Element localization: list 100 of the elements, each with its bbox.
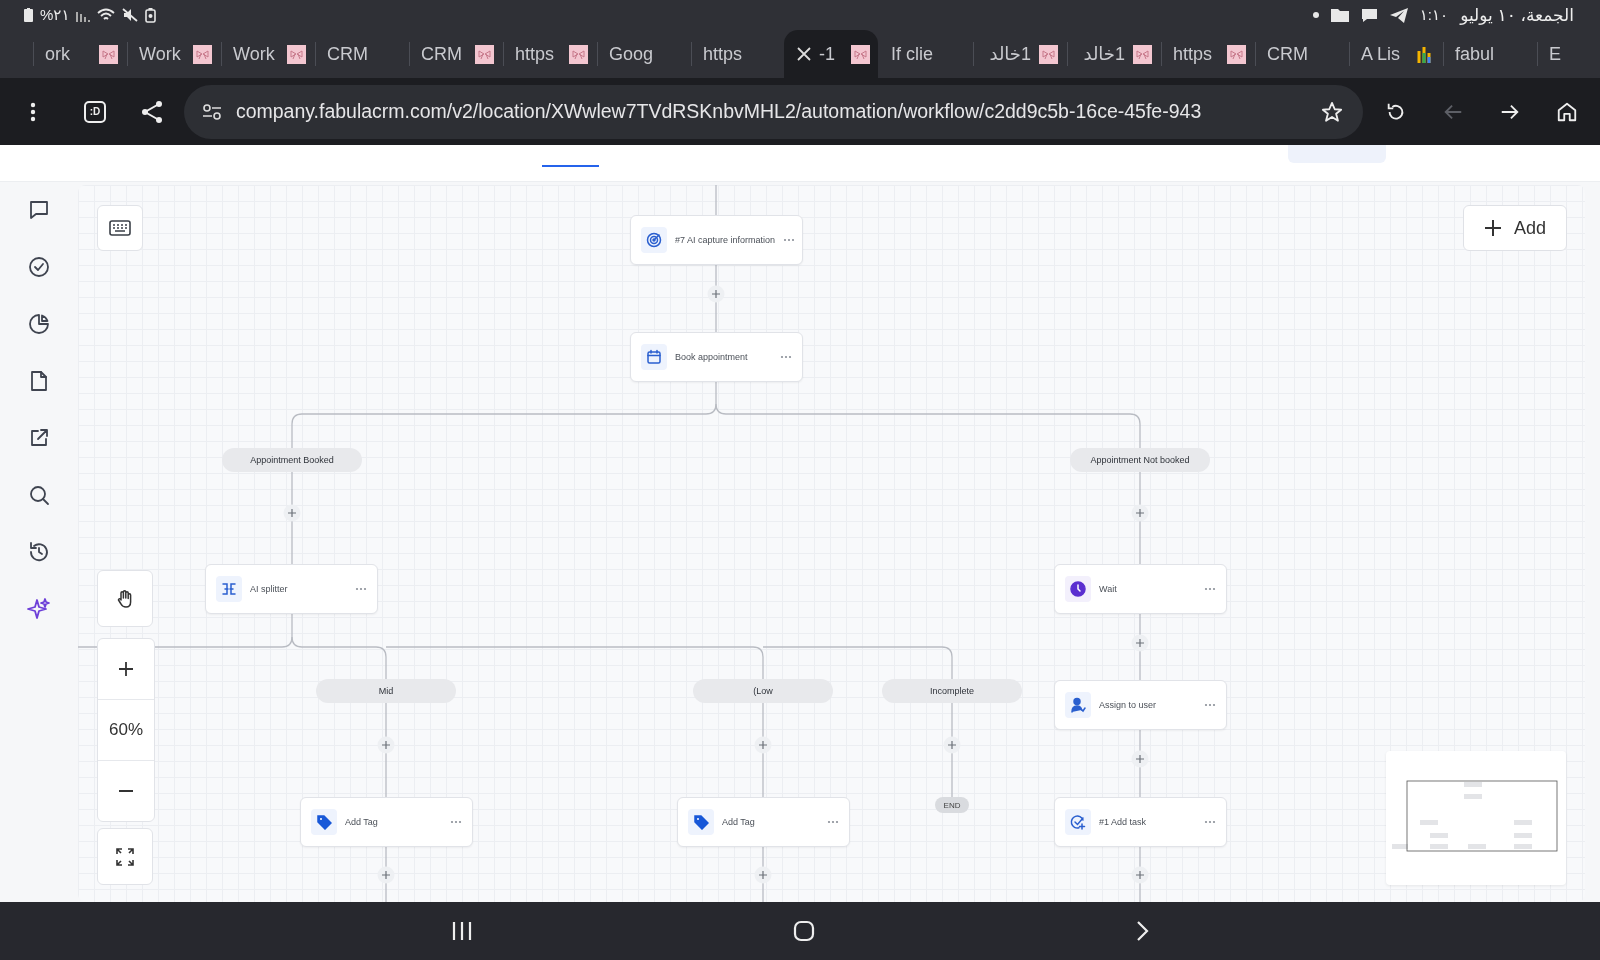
- more-options-icon[interactable]: [1204, 703, 1216, 707]
- menu-icon[interactable]: [30, 101, 36, 122]
- tag-icon: [316, 814, 332, 830]
- target-icon: [646, 232, 662, 248]
- browser-tab[interactable]: Work: [126, 30, 220, 78]
- bar-chart-icon: [1415, 44, 1434, 64]
- address-field[interactable]: company.fabulacrm.com/v2/location/XWwlew7TVdRSKnbvMHL2/automation/workflow/c2dd9c5b-16ce-45fe-943: [183, 84, 1363, 139]
- browser-tab[interactable]: A Lis: [1348, 30, 1442, 78]
- browser-tab[interactable]: CRM: [314, 30, 408, 78]
- bow-favicon-icon: [569, 44, 588, 64]
- tab-indicator: [542, 165, 599, 167]
- add-step-button[interactable]: [754, 866, 772, 884]
- add-step-button[interactable]: [377, 866, 395, 884]
- workflow-step[interactable]: Add Tag: [300, 797, 473, 847]
- home-button-icon[interactable]: [793, 920, 815, 942]
- add-step-button[interactable]: [1131, 866, 1149, 884]
- workflow-step[interactable]: Book appointment: [630, 332, 803, 382]
- end-marker: END: [935, 797, 969, 813]
- add-step-button[interactable]: [1131, 634, 1149, 652]
- keyboard-button[interactable]: [97, 205, 143, 251]
- browser-tab[interactable]: https: [1160, 30, 1254, 78]
- add-step-button[interactable]: [1131, 750, 1149, 768]
- bow-favicon-icon: [1133, 44, 1152, 64]
- add-step-button[interactable]: [943, 736, 961, 754]
- browser-tab[interactable]: https: [690, 30, 784, 78]
- connector-line: [1139, 613, 1141, 681]
- browser-tab[interactable]: ork: [32, 30, 126, 78]
- battery-level: %٢١: [40, 6, 70, 24]
- browser-tab[interactable]: Work: [220, 30, 314, 78]
- browser-tab[interactable]: 1خالد: [1066, 30, 1160, 78]
- bow-favicon-icon: [193, 44, 212, 64]
- more-options-icon[interactable]: [1204, 820, 1216, 824]
- browser-tab[interactable]: E: [1536, 30, 1600, 78]
- workflow-step[interactable]: AI splitter: [205, 564, 378, 614]
- star-icon[interactable]: [1321, 100, 1343, 123]
- bow-favicon-icon: [287, 44, 306, 64]
- add-label: Add: [1514, 217, 1546, 239]
- workflow-step[interactable]: #1 Add task: [1054, 797, 1227, 847]
- sparkle-icon[interactable]: [27, 597, 51, 621]
- branch-label[interactable]: Mid: [316, 679, 456, 703]
- pie-chart-icon[interactable]: [27, 312, 51, 336]
- workflow-step[interactable]: Wait: [1054, 564, 1227, 614]
- check-circle-icon[interactable]: [27, 255, 51, 279]
- date-text: الجمعة، ١٠ يوليو: [1460, 4, 1574, 26]
- bow-favicon-icon: [475, 44, 494, 64]
- site-settings-icon[interactable]: [201, 103, 222, 120]
- branch-label[interactable]: (Low: [693, 679, 833, 703]
- split-icon: [221, 581, 237, 597]
- more-options-icon[interactable]: [780, 355, 792, 359]
- minus-icon: [118, 790, 134, 792]
- zoom-level: 60%: [98, 699, 154, 760]
- browser-tab[interactable]: 1خالد: [972, 30, 1066, 78]
- history-icon[interactable]: [27, 540, 51, 564]
- back-chevron-icon[interactable]: [1135, 920, 1149, 942]
- add-step-button[interactable]: [1131, 504, 1149, 522]
- plus-icon: [1484, 219, 1502, 237]
- more-options-icon[interactable]: [1204, 587, 1216, 591]
- branch-label[interactable]: Appointment Booked: [222, 448, 362, 472]
- branch-label[interactable]: Appointment Not booked: [1070, 448, 1210, 472]
- clock-icon: [1070, 581, 1086, 597]
- bow-favicon-icon: [99, 44, 118, 64]
- browser-tab[interactable]: CRM: [1254, 30, 1348, 78]
- browser-tab[interactable]: -1: [784, 30, 878, 78]
- more-options-icon[interactable]: [783, 238, 796, 242]
- add-step-button[interactable]: [377, 736, 395, 754]
- minimap[interactable]: [1386, 751, 1566, 885]
- battery-icon: [24, 8, 33, 22]
- workflow-step[interactable]: Assign to user: [1054, 680, 1227, 730]
- recent-apps-icon[interactable]: [451, 921, 473, 941]
- branch-label[interactable]: Incomplete: [882, 679, 1022, 703]
- fit-view-button[interactable]: [97, 828, 153, 885]
- workflow-step[interactable]: Add Tag: [677, 797, 850, 847]
- add-button[interactable]: Add: [1463, 205, 1567, 251]
- tag-icon: [693, 814, 709, 830]
- workflow-step[interactable]: #7 AI capture information: [630, 215, 803, 265]
- task-add-icon: [1070, 814, 1086, 830]
- close-icon[interactable]: [797, 47, 811, 61]
- mute-icon: [122, 8, 139, 22]
- chat-icon[interactable]: [27, 198, 51, 222]
- share-icon[interactable]: [139, 99, 164, 124]
- more-options-icon[interactable]: [450, 820, 462, 824]
- tab-switcher-button[interactable]: :D: [84, 100, 106, 123]
- browser-tab[interactable]: If clie: [878, 30, 972, 78]
- add-step-button[interactable]: [707, 285, 725, 303]
- more-options-icon[interactable]: [827, 820, 839, 824]
- bow-favicon-icon: [851, 44, 870, 64]
- home-icon[interactable]: [1556, 100, 1578, 123]
- wifi-icon: [97, 8, 116, 22]
- browser-tab[interactable]: Goog: [596, 30, 690, 78]
- pan-tool-button[interactable]: [97, 570, 153, 627]
- browser-tab[interactable]: CRM: [408, 30, 502, 78]
- add-step-button[interactable]: [283, 504, 301, 522]
- browser-tab[interactable]: https: [502, 30, 596, 78]
- add-step-button[interactable]: [754, 736, 772, 754]
- keyboard-icon: [109, 220, 131, 236]
- search-icon[interactable]: [27, 483, 51, 507]
- bow-favicon-icon: [1039, 44, 1058, 64]
- more-options-icon[interactable]: [355, 587, 367, 591]
- bow-favicon-icon: [1227, 44, 1246, 64]
- browser-tab[interactable]: fabul: [1442, 30, 1536, 78]
